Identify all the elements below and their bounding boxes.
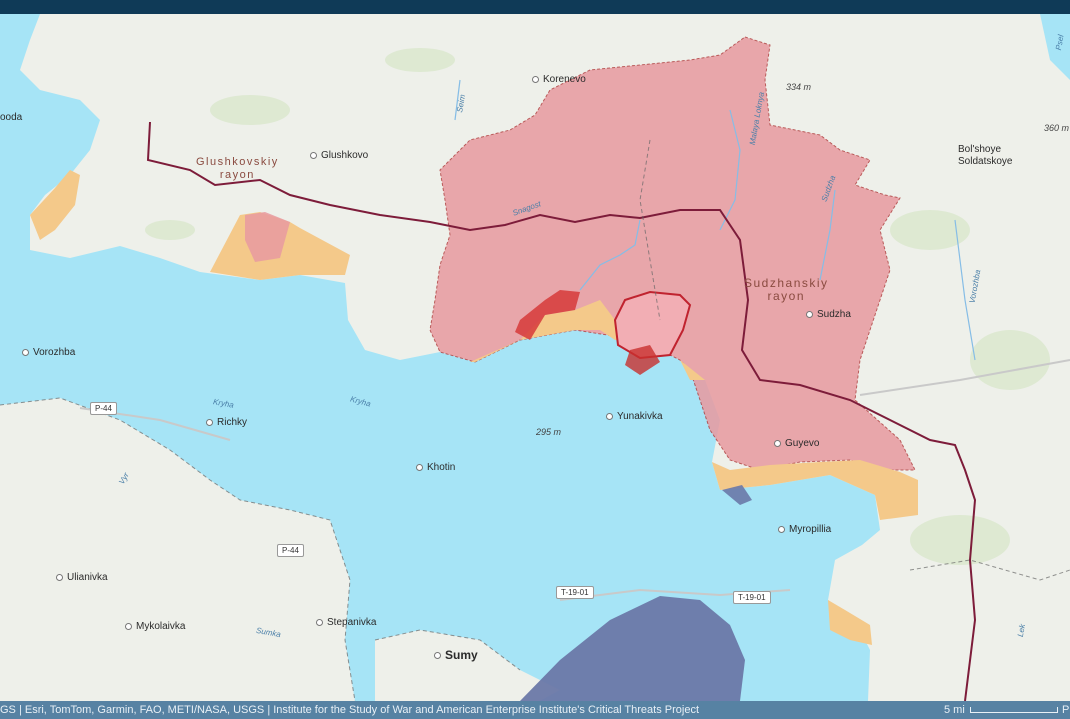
road-badge-t1901-a: T-19-01 <box>556 586 594 599</box>
road-badge-p44-left: P-44 <box>277 544 304 557</box>
place-dot-icon <box>206 418 213 426</box>
top-bar <box>0 0 1070 14</box>
place-sudzha: Sudzha <box>806 309 851 320</box>
place-sumy: Sumy <box>434 648 478 662</box>
district-glushkovsky: Glushkovskiy rayon <box>196 156 279 181</box>
attribution-text: GS | Esri, TomTom, Garmin, FAO, METI/NAS… <box>0 704 700 716</box>
place-ulianivka: Ulianivka <box>56 572 108 583</box>
place-dot-icon <box>125 622 132 630</box>
elevation-360: 360 m <box>1044 123 1070 133</box>
place-korenevo: Korenevo <box>532 74 586 85</box>
place-dot-icon <box>434 652 441 660</box>
scale-bar <box>970 707 1058 713</box>
place-stepanivka: Stepanivka <box>316 617 376 628</box>
road-badge-t1901-b: T-19-01 <box>733 591 771 604</box>
place-mykolaivka: Mykolaivka <box>125 621 185 632</box>
attribution-bar: GS | Esri, TomTom, Garmin, FAO, METI/NAS… <box>0 701 1070 719</box>
place-richky: Richky <box>206 417 247 428</box>
map-view[interactable]: Korenevo Glushkovo Bol'shoye Soldatskoye… <box>0 14 1070 702</box>
place-dot-icon <box>22 348 29 356</box>
place-bolshoye-soldatskoye: Bol'shoye Soldatskoye <box>958 144 1013 167</box>
place-dot-icon <box>56 573 63 581</box>
place-khotin: Khotin <box>416 462 455 473</box>
elevation-295: 295 m <box>536 427 562 437</box>
place-dot-icon <box>310 151 317 159</box>
road-badge-p44-top: P-44 <box>90 402 117 415</box>
scale-label: 5 mi <box>944 704 965 716</box>
place-glushkovo: Glushkovo <box>310 150 368 161</box>
place-guyevo: Guyevo <box>774 438 819 449</box>
place-dot-icon <box>806 310 813 318</box>
map-canvas[interactable] <box>0 14 1070 702</box>
place-dot-icon <box>774 439 781 447</box>
place-dot-icon <box>606 412 613 420</box>
place-dot-icon <box>316 618 323 626</box>
place-myropillia: Myropillia <box>778 524 831 535</box>
place-vorozhba: Vorozhba <box>22 347 75 358</box>
place-dot-icon <box>778 525 785 533</box>
district-sudzhansky: Sudzhanskiy rayon <box>744 276 829 303</box>
place-ooda: ooda <box>0 112 23 123</box>
powered-by-link[interactable]: P <box>1062 701 1069 719</box>
place-dot-icon <box>532 75 539 83</box>
place-dot-icon <box>416 463 423 471</box>
elevation-334: 334 m <box>786 82 812 92</box>
place-yunakivka: Yunakivka <box>606 411 663 422</box>
